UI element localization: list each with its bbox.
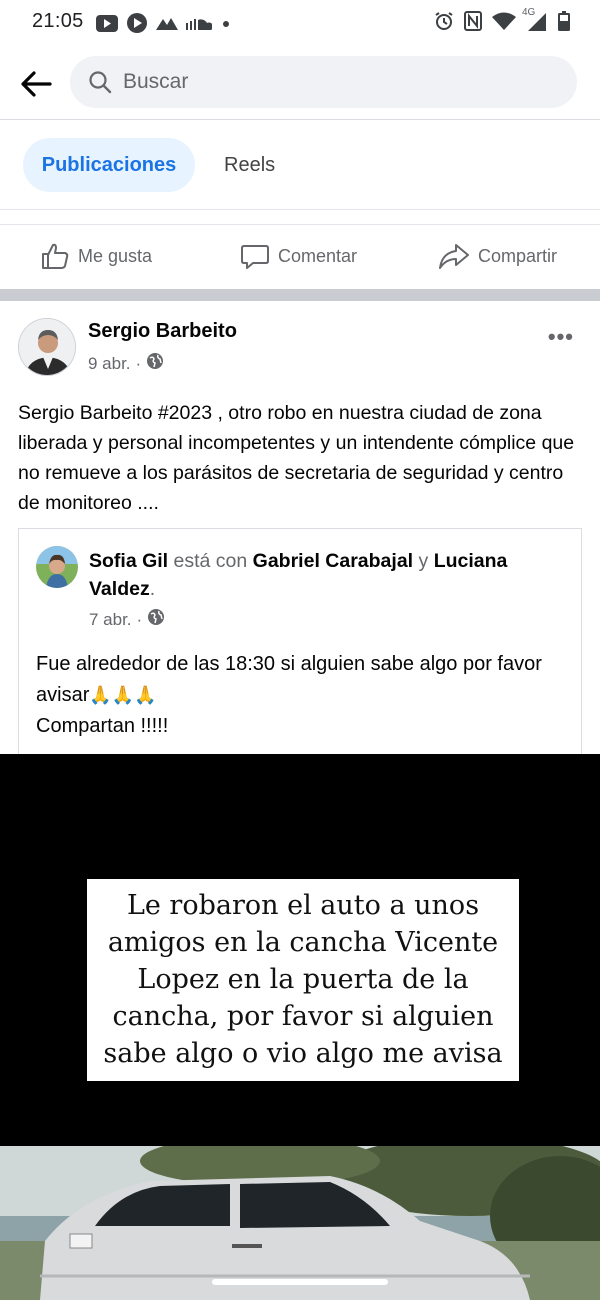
shared-author-name[interactable]: Sofia Gil [89,550,168,572]
post-actions-bar: Me gusta Comentar Compartir [0,224,600,289]
shared-post-header: Sofia Gil está con Gabriel Carabajal y L… [89,547,559,603]
shared-post-date[interactable]: 7 abr. [89,610,132,630]
shared-post-text-line-2: Compartan !!!!! [36,715,169,737]
tagged-person-1[interactable]: Gabriel Carabajal [253,550,413,572]
like-button[interactable]: Me gusta [40,241,152,271]
image-caption-text: Le robaron el auto a unos amigos en la c… [103,890,503,1069]
post-text: Sergio Barbeito #2023 , otro robo en nue… [18,402,575,514]
comment-button[interactable]: Comentar [240,241,357,271]
network-label: 4G [522,7,536,18]
tab-reels[interactable]: Reels [224,138,275,192]
meta-separator: · [136,609,143,629]
wifi-icon [492,12,516,35]
post-meta: 9 abr. · [88,352,164,375]
search-placeholder: Buscar [123,70,189,93]
thumbs-up-icon [40,241,70,271]
post-header: Sergio Barbeito 9 abr. · ••• [0,302,600,392]
status-bar: 21:05 4G [0,0,600,44]
shared-post-card[interactable]: Sofia Gil está con Gabriel Carabajal y L… [18,528,582,754]
and-text: y [418,550,429,572]
gesture-nav-bar[interactable] [212,1279,388,1285]
post-image[interactable]: Le robaron el auto a unos amigos en la c… [0,754,600,1300]
share-icon [438,241,470,271]
tabs-bar: Publicaciones Reels [0,122,600,210]
author-avatar[interactable] [18,318,76,376]
play-icon [126,12,148,39]
shared-post-text: Fue alrededor de las 18:30 si alguien sa… [36,649,571,742]
search-icon [88,70,112,94]
dot-icon [220,17,232,35]
nfc-icon [464,11,482,36]
alarm-icon [434,11,454,36]
more-dots-icon[interactable]: ••• [548,324,574,350]
share-label: Compartir [478,245,558,266]
like-label: Me gusta [78,245,153,266]
arrow-left-icon[interactable] [18,66,54,102]
status-left-icons [96,12,232,39]
feed-separator [0,289,600,301]
with-text: está con [173,550,248,572]
soundcloud-icon [186,16,214,35]
comment-label: Comentar [278,245,358,266]
image-caption-box: Le robaron el auto a unos amigos en la c… [87,879,519,1081]
status-right-icons: 4G [434,7,570,36]
post-author-name[interactable]: Sergio Barbeito [88,320,237,343]
search-input[interactable]: Buscar [70,56,577,108]
youtube-icon [96,14,118,37]
car-photo [0,1146,600,1300]
status-time: 21:05 [32,10,84,32]
battery-icon [558,11,570,36]
comment-icon [240,241,270,271]
globe-icon [146,352,164,375]
tab-publicaciones[interactable]: Publicaciones [23,138,195,192]
cell-signal-icon: 4G [522,7,548,36]
shared-author-avatar[interactable] [36,546,78,588]
praying-hands-icon: 🙏🙏🙏 [89,685,157,706]
signal-app-icon [156,15,178,36]
period-text: . [149,578,156,600]
meta-separator: · [135,353,142,373]
shared-post-meta: 7 abr. · [89,608,165,631]
search-header: Buscar [0,44,600,120]
globe-icon [147,608,165,631]
share-button[interactable]: Compartir [438,241,557,271]
post-date[interactable]: 9 abr. [88,354,131,374]
